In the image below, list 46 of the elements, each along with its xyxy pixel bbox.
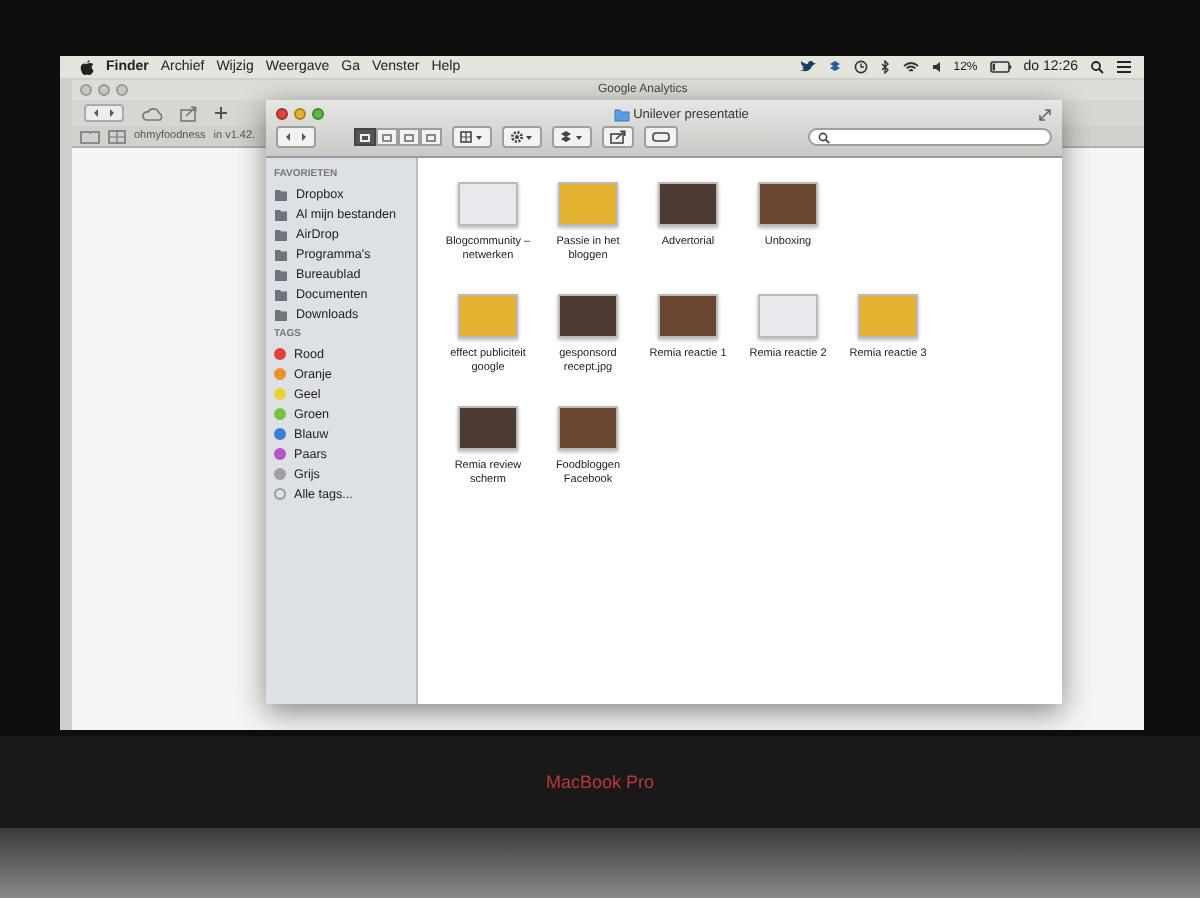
cloud-icon[interactable]: [140, 105, 164, 121]
speaker-icon[interactable]: [931, 60, 942, 74]
file-thumbnail[interactable]: [558, 294, 618, 338]
arrows-icon: [92, 106, 116, 120]
wifi-icon[interactable]: [901, 60, 920, 74]
file-thumbnail[interactable]: [858, 294, 918, 338]
folder-icon: [613, 107, 630, 121]
box-icon[interactable]: [827, 60, 842, 74]
apple-logo-icon[interactable]: [80, 59, 94, 75]
file-thumbnail[interactable]: [658, 294, 718, 338]
share-button[interactable]: [602, 126, 634, 148]
dropbox-button[interactable]: [552, 126, 592, 148]
file-thumbnail[interactable]: [458, 182, 518, 226]
search-icon[interactable]: [1090, 60, 1104, 74]
bluetooth-icon[interactable]: [879, 60, 890, 74]
search-field[interactable]: [808, 128, 1052, 146]
tag-button[interactable]: [644, 126, 678, 148]
tag-dot: [274, 488, 286, 500]
file-thumbnail[interactable]: [558, 182, 618, 226]
clock-icon[interactable]: [853, 60, 868, 74]
box-icon: [560, 130, 584, 144]
file-thumbnail[interactable]: [758, 294, 818, 338]
file-thumbnail[interactable]: [458, 406, 518, 450]
grid-icon[interactable]: [108, 129, 126, 143]
file-thumbnail[interactable]: [558, 406, 618, 450]
fullscreen-icon[interactable]: [1038, 107, 1052, 121]
share-icon[interactable]: [180, 105, 198, 121]
bird-icon[interactable]: [799, 60, 816, 74]
gear-icon: [510, 130, 534, 144]
file-thumbnail[interactable]: [658, 182, 718, 226]
laptop-model-label: MacBook Pro: [545, 772, 655, 792]
grid-caret-icon: [460, 130, 484, 144]
list-icon[interactable]: [1116, 60, 1132, 74]
arrows-icon: [284, 130, 308, 144]
share-icon: [610, 130, 626, 144]
file-thumbnail[interactable]: [458, 294, 518, 338]
action-button[interactable]: [502, 126, 542, 148]
battery-icon[interactable]: [989, 60, 1012, 74]
search-icon: [818, 131, 830, 143]
back-forward-button[interactable]: [276, 126, 316, 148]
plus-icon[interactable]: [214, 106, 228, 120]
file-thumbnail[interactable]: [758, 182, 818, 226]
arrange-button[interactable]: [452, 126, 492, 148]
tag-icon: [652, 130, 670, 144]
view-mode-button[interactable]: [354, 128, 376, 146]
back-forward-button[interactable]: [84, 104, 124, 122]
